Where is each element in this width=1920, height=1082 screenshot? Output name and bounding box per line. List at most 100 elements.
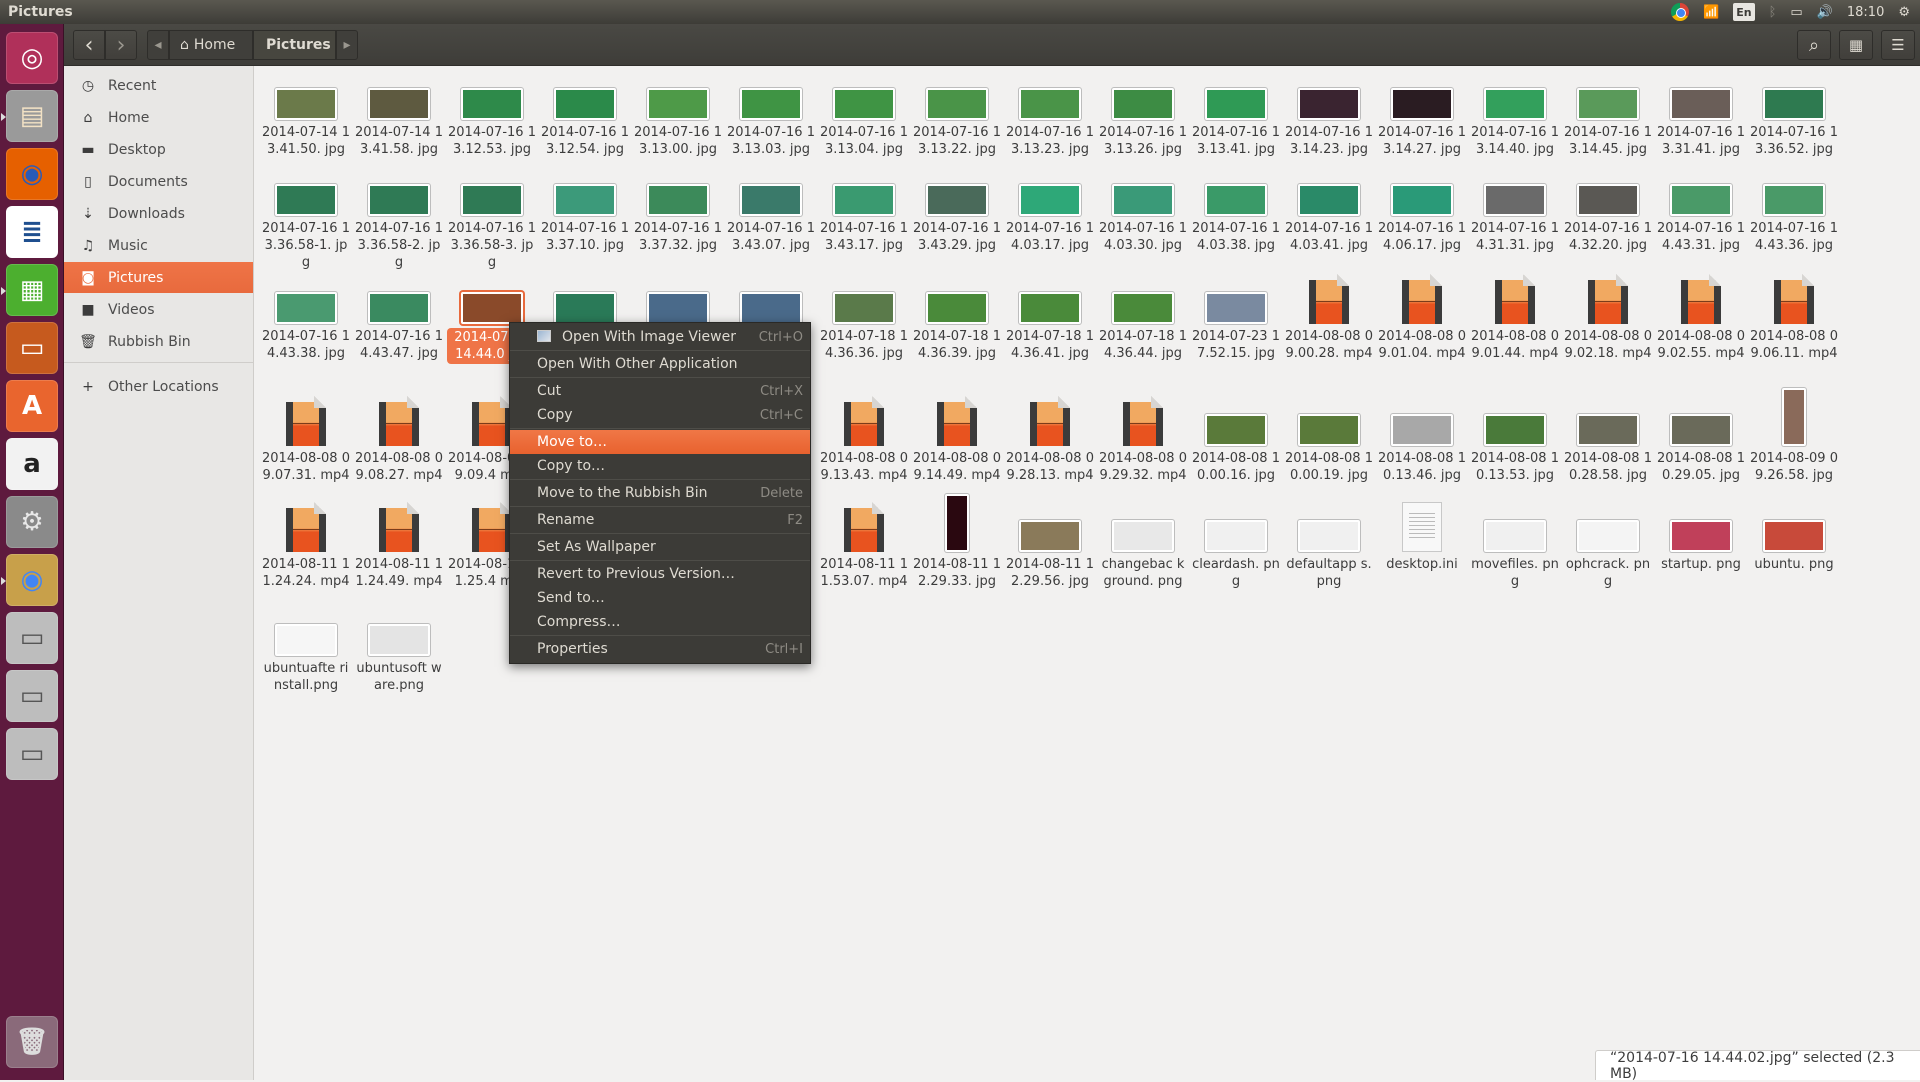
launcher-rubbish-bin[interactable]: 🗑	[6, 1016, 58, 1068]
file-item[interactable]: 2014-07-16 13.13.26. jpg	[1098, 70, 1188, 158]
breadcrumb-home[interactable]: ⌂Home	[169, 30, 253, 60]
file-item[interactable]: 2014-07-16 13.13.00. jpg	[633, 70, 723, 158]
sidebar-item-videos[interactable]: ■Videos	[64, 294, 253, 325]
wifi-icon[interactable]: 📶	[1703, 3, 1719, 21]
forward-button[interactable]: ›	[105, 30, 137, 60]
file-item[interactable]: ubuntu. png	[1749, 502, 1839, 573]
file-item[interactable]: 2014-07-16 13.13.22. jpg	[912, 70, 1002, 158]
file-item[interactable]: 2014-07-16 13.13.41. jpg	[1191, 70, 1281, 158]
clock[interactable]: 18:10	[1847, 3, 1884, 21]
file-item[interactable]: 2014-07-16 14.43.38. jpg	[261, 274, 351, 362]
file-item[interactable]: 2014-08-08 09.00.28. mp4	[1284, 274, 1374, 362]
file-item[interactable]: 2014-07-16 14.06.17. jpg	[1377, 166, 1467, 254]
sidebar-item-desktop[interactable]: ▬Desktop	[64, 134, 253, 165]
file-item[interactable]: 2014-07-16 13.36.58-1. jpg	[261, 166, 351, 271]
file-item[interactable]: 2014-08-08 10.00.19. jpg	[1284, 396, 1374, 484]
file-item[interactable]: movefiles. png	[1470, 502, 1560, 590]
file-item[interactable]: 2014-07-16 13.43.29. jpg	[912, 166, 1002, 254]
file-item[interactable]: 2014-08-08 09.08.27. mp4	[354, 396, 444, 484]
file-item[interactable]: 2014-08-08 09.06.11. mp4	[1749, 274, 1839, 362]
menu-item-rename[interactable]: RenameF2	[510, 508, 810, 532]
file-item[interactable]: 2014-07-18 14.36.39. jpg	[912, 274, 1002, 362]
launcher-drive-2[interactable]: ▭	[6, 670, 58, 722]
file-item[interactable]: 2014-07-16 13.43.17. jpg	[819, 166, 909, 254]
file-item[interactable]: startup. png	[1656, 502, 1746, 573]
file-item[interactable]: 2014-08-11 11.24.49. mp4	[354, 502, 444, 590]
launcher-firefox[interactable]: ◉	[6, 148, 58, 200]
sidebar-item-rubbish-bin[interactable]: 🗑Rubbish Bin	[64, 326, 253, 357]
breadcrumb-pictures[interactable]: Pictures	[253, 30, 336, 60]
file-item[interactable]: 2014-07-16 14.03.41. jpg	[1284, 166, 1374, 254]
menu-item-send-to[interactable]: Send to…	[510, 586, 810, 610]
file-item[interactable]: 2014-07-18 14.36.41. jpg	[1005, 274, 1095, 362]
chrome-indicator-icon[interactable]	[1671, 3, 1689, 21]
file-item[interactable]: 2014-07-16 14.03.30. jpg	[1098, 166, 1188, 254]
file-item[interactable]: 2014-07-16 13.43.07. jpg	[726, 166, 816, 254]
file-item[interactable]: 2014-07-16 14.03.38. jpg	[1191, 166, 1281, 254]
menu-item-set-as-wallpaper[interactable]: Set As Wallpaper	[510, 535, 810, 559]
file-item[interactable]: 2014-07-16 14.03.17. jpg	[1005, 166, 1095, 254]
file-item[interactable]: 2014-07-14 13.41.50. jpg	[261, 70, 351, 158]
search-button[interactable]: ⌕	[1797, 30, 1831, 60]
file-item[interactable]: 2014-08-08 09.28.13. mp4	[1005, 396, 1095, 484]
file-item[interactable]: 2014-08-08 10.13.53. jpg	[1470, 396, 1560, 484]
file-item[interactable]: 2014-07-16 13.13.03. jpg	[726, 70, 816, 158]
file-item[interactable]: 2014-08-08 10.00.16. jpg	[1191, 396, 1281, 484]
menu-item-open-with-image-viewer[interactable]: Open With Image ViewerCtrl+O	[510, 325, 810, 349]
file-item[interactable]: 2014-07-18 14.36.44. jpg	[1098, 274, 1188, 362]
volume-icon[interactable]: 🔊	[1817, 3, 1833, 21]
file-item[interactable]: 2014-08-08 09.07.31. mp4	[261, 396, 351, 484]
menu-item-compress[interactable]: Compress…	[510, 610, 810, 634]
back-button[interactable]: ‹	[73, 30, 105, 60]
sidebar-item-recent[interactable]: ◷Recent	[64, 70, 253, 101]
view-toggle-button[interactable]: ▦	[1839, 30, 1873, 60]
menu-item-copy[interactable]: CopyCtrl+C	[510, 403, 810, 427]
launcher-drive-1[interactable]: ▭	[6, 612, 58, 664]
battery-icon[interactable]: ▭	[1790, 3, 1802, 21]
file-item[interactable]: 2014-08-08 09.14.49. mp4	[912, 396, 1002, 484]
file-item[interactable]: desktop.ini	[1377, 502, 1467, 573]
launcher-ubuntu-dash[interactable]: ◎	[6, 32, 58, 84]
file-item[interactable]: 2014-07-23 17.52.15. jpg	[1191, 274, 1281, 362]
file-item[interactable]: 2014-07-16 13.12.54. jpg	[540, 70, 630, 158]
file-item[interactable]: 2014-07-16 13.14.27. jpg	[1377, 70, 1467, 158]
file-item[interactable]: 2014-07-16 13.36.58-2. jpg	[354, 166, 444, 271]
sidebar-item-other-locations[interactable]: +Other Locations	[64, 371, 253, 402]
file-item[interactable]: 2014-07-16 13.12.53. jpg	[447, 70, 537, 158]
file-item[interactable]: 2014-08-08 09.02.18. mp4	[1563, 274, 1653, 362]
keyboard-layout-indicator[interactable]: En	[1733, 3, 1754, 21]
file-item[interactable]: 2014-08-11 11.53.07. mp4	[819, 502, 909, 590]
menu-item-open-with-other-application[interactable]: Open With Other Application	[510, 352, 810, 376]
file-item[interactable]: ophcrack. png	[1563, 502, 1653, 590]
file-item[interactable]: 2014-07-16 13.37.32. jpg	[633, 166, 723, 254]
sidebar-item-music[interactable]: ♫Music	[64, 230, 253, 261]
file-item[interactable]: 2014-07-16 14.32.20. jpg	[1563, 166, 1653, 254]
sidebar-item-home[interactable]: ⌂Home	[64, 102, 253, 133]
menu-button[interactable]: ☰	[1881, 30, 1915, 60]
breadcrumb-scroll-right[interactable]: ▸	[336, 30, 358, 60]
file-item[interactable]: ubuntusoft ware.png	[354, 606, 444, 694]
menu-item-revert-to-previous-version[interactable]: Revert to Previous Version…	[510, 562, 810, 586]
file-item[interactable]: 2014-08-08 09.02.55. mp4	[1656, 274, 1746, 362]
sidebar-item-documents[interactable]: ▯Documents	[64, 166, 253, 197]
file-item[interactable]: cleardash. png	[1191, 502, 1281, 590]
menu-item-cut[interactable]: CutCtrl+X	[510, 379, 810, 403]
file-item[interactable]: 2014-07-16 13.14.45. jpg	[1563, 70, 1653, 158]
file-item[interactable]: 2014-08-08 10.29.05. jpg	[1656, 396, 1746, 484]
launcher-libreoffice-calc[interactable]: ▦	[6, 264, 58, 316]
file-item[interactable]: 2014-07-16 13.14.23. jpg	[1284, 70, 1374, 158]
file-item[interactable]: 2014-07-16 13.13.04. jpg	[819, 70, 909, 158]
launcher-chrome[interactable]: ◉	[6, 554, 58, 606]
file-item[interactable]: 2014-08-08 09.01.44. mp4	[1470, 274, 1560, 362]
file-item[interactable]: 2014-07-16 14.43.36. jpg	[1749, 166, 1839, 254]
file-item[interactable]: ubuntuafte rinstall.png	[261, 606, 351, 694]
file-item[interactable]: 2014-08-08 09.13.43. mp4	[819, 396, 909, 484]
menu-item-move-to[interactable]: Move to…	[510, 430, 810, 454]
launcher-libreoffice-impress[interactable]: ▭	[6, 322, 58, 374]
sidebar-item-pictures[interactable]: ◙Pictures	[64, 262, 253, 293]
file-item[interactable]: changebac kground. png	[1098, 502, 1188, 590]
launcher-system-settings[interactable]: ⚙	[6, 496, 58, 548]
file-item[interactable]: 2014-08-11 12.29.56. jpg	[1005, 502, 1095, 590]
file-item[interactable]: 2014-07-16 14.43.31. jpg	[1656, 166, 1746, 254]
menu-item-properties[interactable]: PropertiesCtrl+I	[510, 637, 810, 661]
